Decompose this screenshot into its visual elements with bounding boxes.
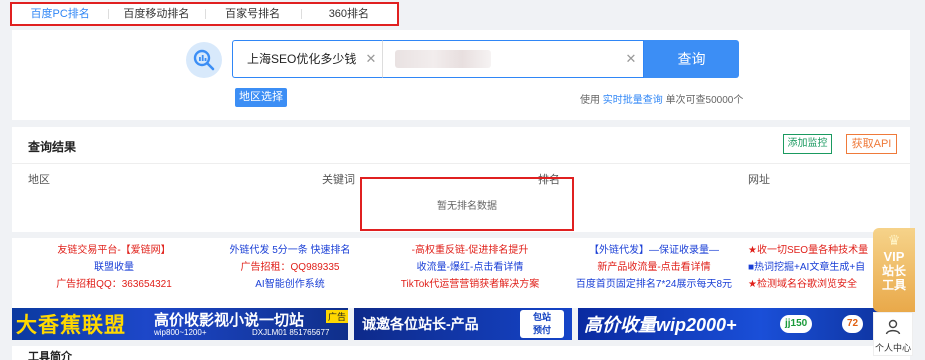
batch-tip-suffix: 单次可查50000个 [665,95,744,106]
tab-baijiahao[interactable]: 百家号排名 [204,4,301,24]
search-panel: 上海SEO优化多少钱 ✕ ✕ 查询 地区选择 使用 实时批量查询 单次可查500… [12,30,910,120]
ad-link[interactable]: -高权重反链-促进排名提升 [380,242,560,259]
banner-wip-chip-jj: jj150 [780,315,813,333]
ad-column: ★收一切SEO量各种技术量 ■热词挖掘+AI文章生成+自 ★检测域名谷歌浏览安全 [748,242,874,293]
crown-icon: ♛ [887,232,901,248]
keyword-clear-icon[interactable]: ✕ [361,40,381,78]
ad-link[interactable]: 友链交易平台-【爱链网】 [24,242,204,259]
tool-intro-section: 工具简介 [12,346,910,360]
region-select-button[interactable]: 地区选择 [235,88,287,107]
results-divider [12,163,910,164]
text-ads: 友链交易平台-【爱链网】 联盟收量 广告招租QQ：363654321 外链代发 … [12,238,910,308]
banner-wip[interactable]: 高价收量wip2000+ jj150 72 [578,308,910,340]
vip-label: VIP [883,249,905,264]
vip-line2: 站长 [881,264,906,278]
ad-column: 外链代发 5分一条 快速排名 广告招租：QQ989335 AI智能创作系统 [200,242,380,293]
batch-query-tip: 使用 实时批量查询 单次可查50000个 [580,91,743,106]
banner-dxj-sub2: DXJLM01 851765677 [252,328,330,337]
keyword-input[interactable]: 上海SEO优化多少钱 [232,40,382,78]
user-center-label: 个人中心 [874,343,911,353]
ad-link[interactable]: 新产品收流量-点击看详情 [564,259,744,276]
banner-invite-badge: 包站 预付 [520,310,564,338]
get-api-button[interactable]: 获取API [846,134,897,154]
ad-column: -高权重反链-促进排名提升 收流量-爆红-点击看详情 TikTok代运营营销获者… [380,242,560,293]
site-value-blurred [395,50,491,68]
ad-link[interactable]: 联盟收量 [24,259,204,276]
tool-intro-title: 工具简介 [28,351,72,360]
column-header-url: 网址 [748,174,770,186]
ad-link[interactable]: 百度首页固定排名7*24展示每天8元 [564,276,744,293]
user-center-button[interactable]: 个人中心 [873,312,913,356]
banner-dxj-tag: 广告 [326,310,348,323]
column-header-region: 地区 [28,174,50,186]
user-icon [885,319,901,335]
banner-badge-bottom: 预付 [532,325,551,335]
tab-baidu-mobile[interactable]: 百度移动排名 [108,4,204,24]
banner-dxj-slogan: 高价收影视小说一切站 [154,312,305,329]
query-button[interactable]: 查询 [644,40,739,78]
banner-wip-chip-qq: 72 [842,315,864,333]
ad-link[interactable]: 广告招租：QQ989335 [200,259,380,276]
ad-column: 【外链代发】—保证收录量— 新产品收流量-点击看详情 百度首页固定排名7*24展… [564,242,744,293]
rank-search-logo-icon [186,42,222,78]
banner-invite[interactable]: 诚邀各位站长-产品 包站 预付 [354,308,572,340]
banner-dxj-title: 大香蕉联盟 [16,314,126,337]
ad-link[interactable]: 外链代发 5分一条 快速排名 [200,242,380,259]
ad-link[interactable]: ★收一切SEO量各种技术量 [748,242,874,259]
ad-link[interactable]: AI智能创作系统 [200,276,380,293]
ad-link[interactable]: 收流量-爆红-点击看详情 [380,259,560,276]
site-clear-icon[interactable]: ✕ [620,40,642,78]
add-monitor-button[interactable]: 添加监控 [783,134,832,154]
banner-badge-top: 包站 [532,312,551,322]
banner-dxj-sub1: wip800~1200+ [154,328,207,337]
batch-tip-prefix: 使用 [580,95,600,106]
empty-results-text: 暂无排名数据 [437,200,497,212]
tab-baidu-pc[interactable]: 百度PC排名 [12,4,108,24]
vip-tools-badge[interactable]: ♛ VIP 站长 工具 [873,228,915,312]
ad-link[interactable]: 广告招租QQ：363654321 [24,276,204,293]
ad-column: 友链交易平台-【爱链网】 联盟收量 广告招租QQ：363654321 [24,242,204,293]
ad-link[interactable]: 【外链代发】—保证收录量— [564,242,744,259]
ad-link[interactable]: TikTok代运营营销获者解决方案 [380,276,560,293]
banner-ads: 大香蕉联盟 高价收影视小说一切站 广告 wip800~1200+ DXJLM01… [12,308,910,344]
banner-invite-title: 诚邀各位站长-产品 [362,316,479,332]
banner-dxj[interactable]: 大香蕉联盟 高价收影视小说一切站 广告 wip800~1200+ DXJLM01… [12,308,348,340]
results-panel: 查询结果 添加监控 获取API 地区 关键词 排名 网址 暂无排名数据 [12,127,910,232]
ad-link[interactable]: ■热词挖掘+AI文章生成+自 [748,259,874,276]
tab-360[interactable]: 360排名 [300,4,397,24]
site-input[interactable] [382,40,644,78]
results-title: 查询结果 [28,140,77,154]
vip-line3: 工具 [881,278,906,292]
batch-query-link[interactable]: 实时批量查询 [603,95,663,106]
banner-wip-title: 高价收量wip2000+ [584,315,737,335]
column-header-keyword: 关键词 [322,174,355,186]
ranking-tabs: 百度PC排名 百度移动排名 百家号排名 360排名 [10,2,399,26]
ad-link[interactable]: ★检测域名谷歌浏览安全 [748,276,874,293]
empty-results: 暂无排名数据 [360,177,574,231]
